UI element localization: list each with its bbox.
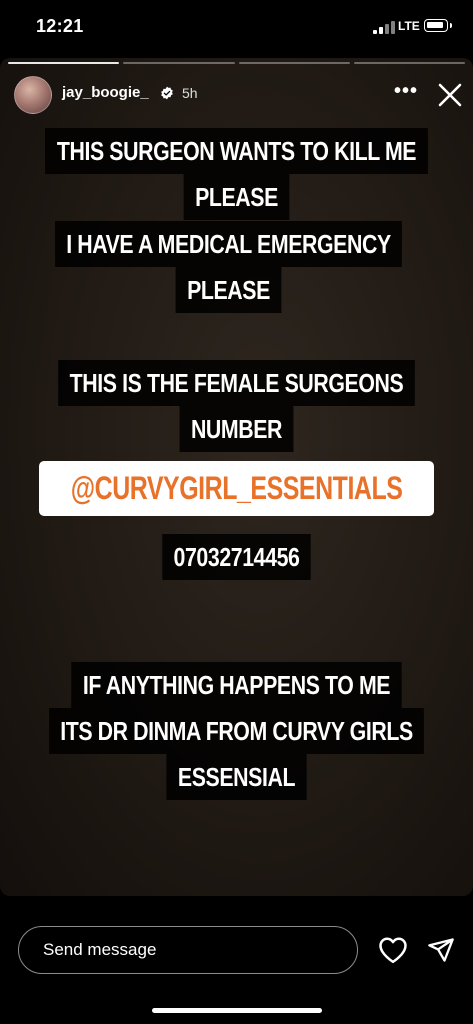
more-horizontal-icon[interactable]: ••• bbox=[394, 80, 418, 103]
heart-icon[interactable] bbox=[378, 936, 408, 964]
story-username[interactable]: jay_boogie_ bbox=[62, 84, 149, 101]
send-icon[interactable] bbox=[427, 936, 455, 964]
caption-block-5: IF ANYTHING HAPPENS TO ME ITS DR DINMA F… bbox=[43, 662, 431, 800]
avatar[interactable] bbox=[14, 76, 52, 114]
progress-segment bbox=[353, 62, 465, 64]
status-time: 12:21 bbox=[36, 16, 84, 36]
story-frame[interactable]: jay_boogie_ 5h ••• THIS SURGEON WANTS TO… bbox=[0, 58, 473, 896]
progress-segment bbox=[238, 62, 350, 64]
caption-line: THIS IS THE FEMALE SURGEONS bbox=[58, 360, 415, 406]
phone-number: 07032714456 bbox=[162, 534, 311, 580]
send-message-input[interactable]: Send message bbox=[18, 926, 358, 974]
caption-line: THIS SURGEON WANTS TO KILL ME bbox=[45, 128, 428, 174]
caption-line: NUMBER bbox=[179, 406, 294, 452]
verified-badge-icon bbox=[161, 86, 173, 100]
network-label: LTE bbox=[398, 19, 420, 33]
caption-line: ITS DR DINMA FROM CURVY GIRLS bbox=[48, 708, 425, 754]
signal-icon bbox=[373, 20, 395, 34]
caption-line: IF ANYTHING HAPPENS TO ME bbox=[71, 662, 402, 708]
battery-icon bbox=[424, 19, 452, 32]
story-time-ago: 5h bbox=[182, 85, 198, 101]
caption-block-1: THIS SURGEON WANTS TO KILL ME PLEASE bbox=[43, 128, 431, 220]
reply-bar: Send message bbox=[0, 896, 473, 1024]
progress-segment bbox=[123, 62, 235, 64]
story-progress-bar bbox=[8, 62, 465, 65]
progress-segment bbox=[8, 62, 120, 64]
home-indicator[interactable] bbox=[152, 1008, 322, 1013]
status-bar: 12:21 LTE bbox=[0, 0, 473, 56]
close-icon[interactable] bbox=[438, 83, 462, 107]
caption-block-2: I HAVE A MEDICAL EMERGENCY PLEASE bbox=[35, 221, 423, 313]
caption-line: I HAVE A MEDICAL EMERGENCY bbox=[54, 221, 403, 267]
caption-block-phone: 07032714456 bbox=[43, 534, 431, 580]
caption-line: PLEASE bbox=[175, 267, 282, 313]
caption-block-3: THIS IS THE FEMALE SURGEONS NUMBER bbox=[43, 360, 431, 452]
caption-line: ESSENSIAL bbox=[166, 754, 307, 800]
mention-text[interactable]: @CURVYGIRL_ESSENTIALS bbox=[71, 470, 403, 507]
mention-sticker[interactable]: @CURVYGIRL_ESSENTIALS bbox=[39, 461, 434, 516]
caption-line: PLEASE bbox=[183, 174, 290, 220]
